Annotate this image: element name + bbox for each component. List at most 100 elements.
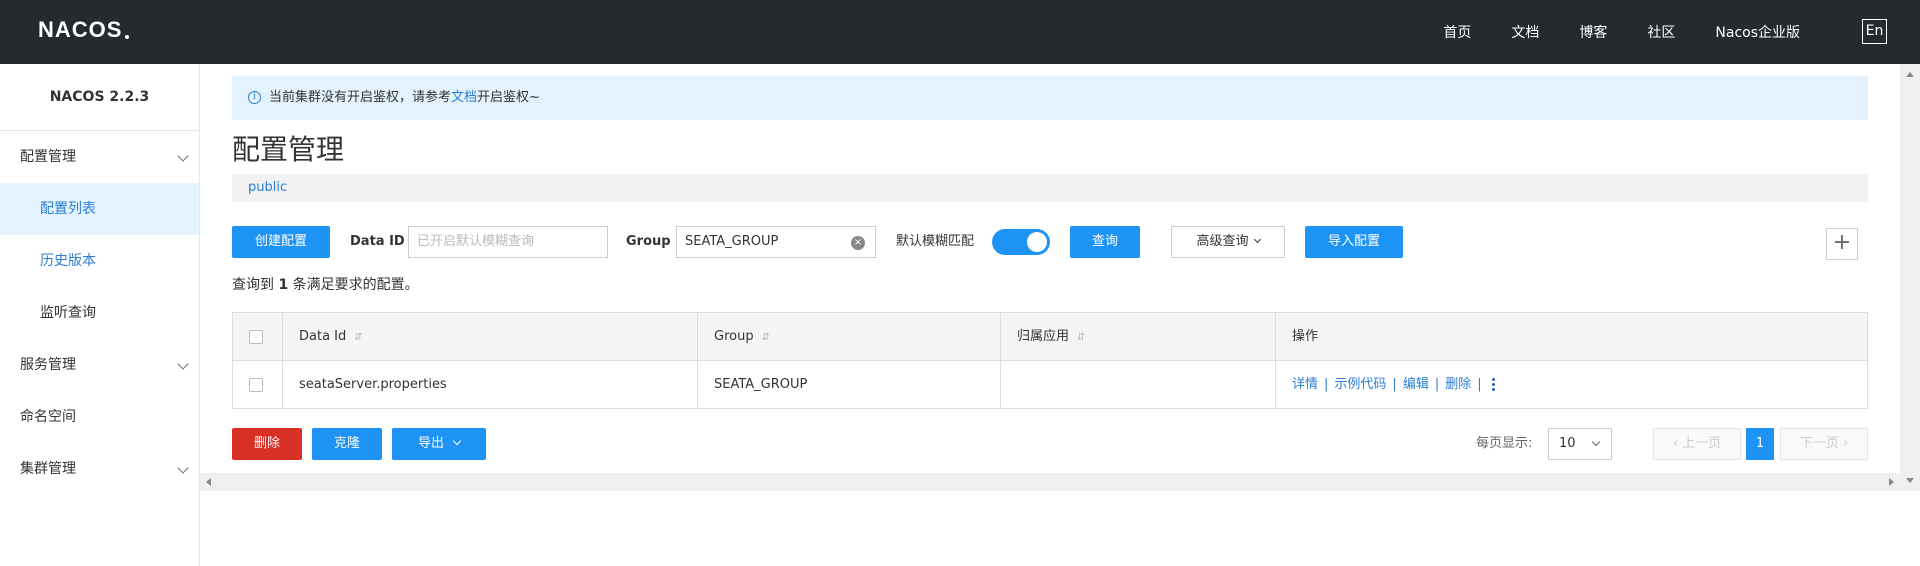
column-label: Group	[714, 329, 754, 344]
nav-community[interactable]: 社区	[1647, 22, 1675, 42]
edit-link[interactable]: 编辑	[1403, 377, 1429, 392]
sidebar-item-config-management[interactable]: 配置管理	[0, 131, 199, 183]
create-config-button[interactable]: 创建配置	[232, 226, 330, 258]
search-toolbar: 创建配置 Data ID 已开启默认模糊查询 Group SEATA_GROUP…	[232, 226, 1868, 260]
sidebar-item-service-management[interactable]: 服务管理	[0, 339, 199, 391]
chevron-down-icon	[177, 358, 189, 370]
column-header-ops: 操作	[1276, 313, 1867, 360]
namespace-tab-public[interactable]: public	[248, 180, 287, 195]
column-header-group[interactable]: Group ⇵	[698, 313, 1001, 360]
page-title: 配置管理	[232, 133, 345, 166]
row-select-cell	[233, 361, 283, 408]
vertical-scrollbar[interactable]	[1900, 64, 1920, 491]
export-button[interactable]: 导出	[392, 428, 486, 460]
delete-link[interactable]: 删除	[1445, 377, 1471, 392]
toggle-knob	[1027, 232, 1047, 252]
sidebar-item-label: 监听查询	[40, 305, 96, 321]
notice-text: 当前集群没有开启鉴权，请参考	[269, 90, 452, 105]
group-label: Group	[626, 234, 671, 249]
nav-blog[interactable]: 博客	[1579, 22, 1607, 42]
table-row: seataServer.properties SEATA_GROUP 详情 | 示例…	[233, 361, 1867, 408]
scroll-right-icon[interactable]	[1889, 478, 1894, 486]
chevron-down-icon	[177, 462, 189, 474]
page-size-select[interactable]: 10	[1548, 428, 1612, 460]
group-input[interactable]: SEATA_GROUP ×	[676, 226, 876, 258]
separator: |	[1477, 377, 1482, 392]
sidebar-item-namespace[interactable]: 命名空间	[0, 391, 199, 443]
chevron-down-icon	[177, 150, 189, 162]
row-checkbox[interactable]	[249, 377, 263, 392]
sort-icon[interactable]: ⇵	[354, 332, 362, 343]
clone-button[interactable]: 克隆	[312, 428, 382, 460]
sidebar-item-label: 集群管理	[20, 461, 76, 477]
clear-icon[interactable]: ×	[851, 236, 865, 250]
column-label: Data Id	[299, 329, 347, 344]
sample-code-link[interactable]: 示例代码	[1334, 377, 1386, 392]
chevron-down-icon	[452, 436, 462, 446]
nav-enterprise[interactable]: Nacos企业版	[1715, 22, 1800, 42]
select-all-checkbox[interactable]	[249, 329, 263, 344]
sidebar-item-listener-query[interactable]: 监听查询	[0, 287, 199, 339]
details-link[interactable]: 详情	[1292, 377, 1318, 392]
cell-dataid: seataServer.properties	[283, 361, 698, 408]
nav-docs[interactable]: 文档	[1511, 22, 1539, 42]
top-bar: NACOS 首页 文档 博客 社区 Nacos企业版 En	[0, 0, 1920, 64]
sidebar-item-cluster-management[interactable]: 集群管理	[0, 443, 199, 495]
more-vertical-icon[interactable]	[1491, 376, 1496, 393]
sort-icon[interactable]: ⇵	[762, 332, 770, 343]
page-size-label: 每页显示:	[1476, 436, 1533, 451]
fuzzy-match-toggle[interactable]	[992, 229, 1050, 255]
sidebar-item-label: 命名空间	[20, 409, 76, 425]
info-icon: i	[248, 91, 261, 104]
version-label: NACOS 2.2.3	[0, 64, 199, 131]
sidebar-item-history[interactable]: 历史版本	[0, 235, 199, 287]
column-label: 归属应用	[1017, 329, 1070, 344]
auth-notice: i 当前集群没有开启鉴权，请参考文档开启鉴权~	[232, 76, 1868, 120]
fuzzy-match-label: 默认模糊匹配	[896, 234, 975, 249]
prev-label: 上一页	[1682, 436, 1722, 451]
search-button[interactable]: 查询	[1070, 226, 1140, 258]
dataid-input[interactable]: 已开启默认模糊查询	[408, 226, 608, 258]
separator: |	[1434, 377, 1440, 392]
dataid-placeholder: 已开启默认模糊查询	[417, 234, 535, 249]
advanced-search-button[interactable]: 高级查询	[1171, 226, 1285, 258]
result-suffix: 条满足要求的配置。	[292, 277, 419, 293]
sidebar-item-label: 配置管理	[20, 149, 76, 165]
column-header-dataid[interactable]: Data Id ⇵	[283, 313, 698, 360]
nav-home[interactable]: 首页	[1443, 22, 1471, 42]
language-toggle-button[interactable]: En	[1862, 19, 1887, 44]
result-count: 1	[278, 277, 289, 293]
sidebar-item-label: 配置列表	[40, 201, 96, 217]
dataid-label: Data ID	[350, 234, 405, 249]
nacos-logo[interactable]: NACOS	[38, 17, 130, 42]
next-page-button[interactable]: 下一页 ›	[1780, 428, 1868, 460]
column-label: 操作	[1292, 329, 1319, 344]
select-all-cell	[233, 313, 283, 360]
separator: |	[1324, 377, 1329, 392]
scroll-up-icon[interactable]	[1906, 72, 1914, 77]
result-summary: 查询到 1 条满足要求的配置。	[232, 274, 419, 294]
horizontal-scrollbar[interactable]	[200, 473, 1900, 491]
cell-group: SEATA_GROUP	[698, 361, 1001, 408]
namespace-bar: public	[232, 174, 1868, 202]
cell-app	[1001, 361, 1276, 408]
prev-page-button[interactable]: ‹ 上一页	[1653, 428, 1741, 460]
cell-operations: 详情 | 示例代码 | 编辑 | 删除 |	[1276, 361, 1867, 408]
sidebar-item-label: 服务管理	[20, 357, 76, 373]
scroll-down-icon[interactable]	[1906, 478, 1914, 483]
sidebar-item-config-list[interactable]: 配置列表	[0, 183, 199, 235]
plus-icon[interactable]: +	[1826, 228, 1858, 260]
group-value: SEATA_GROUP	[685, 234, 779, 249]
chevron-down-icon	[1591, 437, 1601, 447]
advanced-search-label: 高级查询	[1196, 234, 1249, 249]
notice-docs-link[interactable]: 文档	[451, 90, 477, 105]
bottom-bar: 删除 克隆 导出 每页显示: 10 ‹ 上一页 1 下一页 ›	[232, 428, 1868, 462]
sidebar: NACOS 2.2.3 配置管理 配置列表 历史版本 监听查询 服务管理 命名空…	[0, 64, 200, 566]
scroll-left-icon[interactable]	[206, 478, 211, 486]
import-config-button[interactable]: 导入配置	[1305, 226, 1403, 258]
column-header-app[interactable]: 归属应用 ⇵	[1001, 313, 1276, 360]
batch-delete-button[interactable]: 删除	[232, 428, 302, 460]
chevron-down-icon	[1253, 235, 1261, 244]
page-number-current[interactable]: 1	[1746, 428, 1774, 460]
sort-icon[interactable]: ⇵	[1077, 332, 1085, 343]
